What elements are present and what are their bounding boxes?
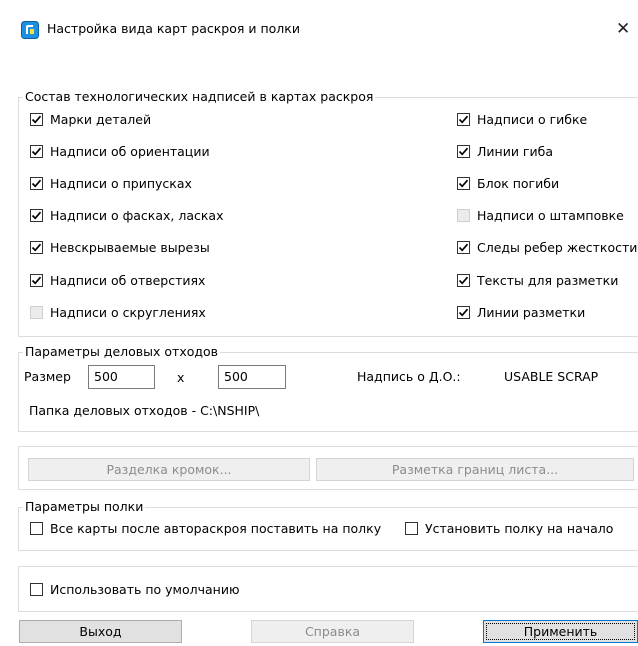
right-checkbox-6[interactable]: Тексты для разметки bbox=[457, 271, 618, 289]
left-checkbox-7: Надписи о скруглениях bbox=[30, 303, 206, 321]
checkmark-icon[interactable] bbox=[457, 112, 470, 126]
apply-button[interactable]: Применить bbox=[483, 620, 638, 643]
right-checkbox-4: Надписи о штамповке bbox=[457, 207, 624, 225]
shelf-group-legend: Параметры полки bbox=[23, 499, 146, 514]
checkbox-label: Надписи о припусках bbox=[50, 175, 192, 191]
scrap-width-input[interactable]: 500 bbox=[88, 365, 155, 389]
checkbox-label: Надписи о фасках, ласках bbox=[50, 208, 224, 224]
checkmark-icon[interactable] bbox=[457, 305, 470, 319]
right-checkbox-7[interactable]: Линии разметки bbox=[457, 303, 585, 321]
left-checkbox-5[interactable]: Невскрываемые вырезы bbox=[30, 239, 210, 257]
checkbox-label: Надписи о штамповке bbox=[477, 208, 624, 224]
help-button[interactable]: Справка bbox=[251, 620, 414, 643]
checkmark-icon[interactable] bbox=[30, 176, 43, 190]
checkmark-icon[interactable] bbox=[457, 241, 470, 255]
checkbox-label: Надписи об отверстиях bbox=[50, 272, 206, 288]
shelf-to-start-checkbox[interactable]: Установить полку на начало bbox=[405, 519, 613, 537]
right-checkbox-3[interactable]: Блок погиби bbox=[457, 174, 559, 192]
checkbox-label: Линии гиба bbox=[477, 143, 553, 159]
right-checkbox-5[interactable]: Следы ребер жесткости bbox=[457, 239, 637, 257]
checkmark-icon[interactable] bbox=[30, 112, 43, 126]
left-checkbox-2[interactable]: Надписи об ориентации bbox=[30, 142, 210, 160]
inscription-value: USABLE SCRAP bbox=[504, 369, 599, 384]
right-checkbox-1[interactable]: Надписи о гибке bbox=[457, 110, 587, 128]
checkmark-icon[interactable] bbox=[457, 144, 470, 158]
scrap-group-legend: Параметры деловых отходов bbox=[23, 344, 221, 359]
checkbox-label: Марки деталей bbox=[50, 111, 152, 127]
checkbox-box[interactable] bbox=[30, 521, 43, 535]
checkmark-icon[interactable] bbox=[457, 273, 470, 287]
checkbox-box[interactable] bbox=[30, 582, 43, 596]
scrap-height-input[interactable]: 500 bbox=[218, 365, 286, 389]
size-x-label: x bbox=[177, 370, 185, 385]
all-to-shelf-checkbox[interactable]: Все карты после автораскроя поставить на… bbox=[30, 519, 381, 537]
checkbox-label: Надписи о скруглениях bbox=[50, 304, 206, 320]
app-icon bbox=[21, 21, 39, 39]
use-default-checkbox[interactable]: Использовать по умолчанию bbox=[30, 580, 239, 598]
checkbox-box bbox=[30, 305, 43, 319]
left-checkbox-1[interactable]: Марки деталей bbox=[30, 110, 151, 128]
close-icon[interactable]: ✕ bbox=[616, 14, 638, 44]
checkmark-icon[interactable] bbox=[30, 144, 43, 158]
checkbox-label: Следы ребер жесткости bbox=[477, 240, 638, 256]
checkmark-icon[interactable] bbox=[457, 176, 470, 190]
sheet-bounds-button[interactable]: Разметка границ листа... bbox=[316, 458, 634, 481]
title-bar: Настройка вида карт раскроя и полки ✕ bbox=[0, 0, 638, 58]
exit-button[interactable]: Выход bbox=[19, 620, 182, 643]
checkbox-label: Блок погиби bbox=[477, 175, 560, 191]
checkbox-box bbox=[457, 209, 470, 223]
checkbox-label: Надписи о гибке bbox=[477, 111, 588, 127]
scrap-folder-text: Папка деловых отходов - C:\NSHIP\ bbox=[29, 403, 260, 418]
window-title: Настройка вида карт раскроя и полки bbox=[47, 21, 300, 36]
right-checkbox-2[interactable]: Линии гиба bbox=[457, 142, 553, 160]
checkbox-label: Все карты после автораскроя поставить на… bbox=[50, 520, 382, 536]
checkmark-icon[interactable] bbox=[30, 273, 43, 287]
checkmark-icon[interactable] bbox=[30, 241, 43, 255]
scrap-group bbox=[18, 352, 638, 432]
checkbox-label: Использовать по умолчанию bbox=[50, 581, 240, 597]
left-checkbox-3[interactable]: Надписи о припусках bbox=[30, 174, 192, 192]
checkbox-box[interactable] bbox=[405, 521, 418, 535]
checkbox-label: Линии разметки bbox=[477, 304, 586, 320]
size-label: Размер bbox=[24, 369, 71, 384]
left-checkbox-6[interactable]: Надписи об отверстиях bbox=[30, 271, 205, 289]
checkmark-icon[interactable] bbox=[30, 209, 43, 223]
labels-group-legend: Состав технологических надписей в картах… bbox=[23, 89, 376, 104]
checkbox-label: Тексты для разметки bbox=[477, 272, 619, 288]
checkbox-label: Установить полку на начало bbox=[425, 520, 614, 536]
checkbox-label: Надписи об ориентации bbox=[50, 143, 210, 159]
checkbox-label: Невскрываемые вырезы bbox=[50, 240, 210, 256]
left-checkbox-4[interactable]: Надписи о фасках, ласках bbox=[30, 207, 224, 225]
edge-prep-button[interactable]: Разделка кромок... bbox=[28, 458, 310, 481]
inscription-label: Надпись о Д.О.: bbox=[357, 369, 461, 384]
